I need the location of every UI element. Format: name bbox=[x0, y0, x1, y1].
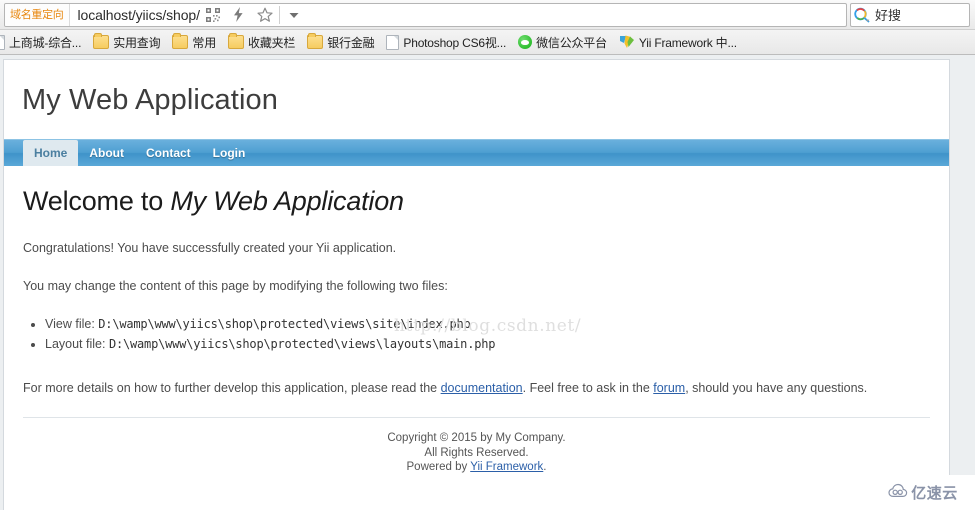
bookmark-label: 银行金融 bbox=[327, 35, 375, 50]
footer-powered-by: Powered by Yii Framework. bbox=[4, 460, 949, 475]
site-title: My Web Application bbox=[22, 84, 278, 116]
page-icon bbox=[386, 34, 400, 50]
folder-icon bbox=[93, 33, 110, 49]
powered-prefix: Powered by bbox=[406, 461, 471, 474]
details-middle: . Feel free to ask in the bbox=[522, 380, 654, 395]
yii-framework-link[interactable]: Yii Framework bbox=[470, 461, 543, 473]
footer-copyright: Copyright © 2015 by My Company. bbox=[387, 431, 566, 444]
bookmark-label: Yii Framework 中... bbox=[638, 35, 737, 50]
bookmark-item-tools[interactable]: 实用查询 bbox=[87, 32, 166, 53]
url-redirect-badge[interactable]: 域名重定向 bbox=[5, 3, 70, 26]
bookmark-item-shop[interactable]: 上商城-综合... bbox=[0, 32, 87, 53]
nav-item-about[interactable]: About bbox=[78, 140, 135, 166]
bookmark-label: Photoshop CS6视... bbox=[403, 35, 507, 50]
bookmark-label: 上商城-综合... bbox=[9, 35, 82, 50]
bookmark-item-wechat[interactable]: 微信公众平台 bbox=[512, 32, 613, 53]
welcome-heading: Welcome to My Web Application bbox=[23, 186, 930, 217]
bookmark-label: 常用 bbox=[192, 35, 217, 50]
nav-item-contact[interactable]: Contact bbox=[135, 140, 202, 166]
view-file-label: View file: bbox=[45, 317, 99, 332]
url-text[interactable]: localhost/yiics/shop/ bbox=[70, 7, 200, 23]
congratulations-text: Congratulations! You have successfully c… bbox=[23, 241, 397, 255]
yisuyun-watermark-badge: 亿速云 bbox=[871, 475, 975, 510]
address-bar-actions bbox=[200, 4, 309, 26]
yisuyun-label: 亿速云 bbox=[911, 485, 958, 502]
chevron-down-icon[interactable] bbox=[281, 4, 307, 26]
bookmark-item-yii[interactable]: Yii Framework 中... bbox=[613, 32, 743, 53]
browser-toolbar: 域名重定向 localhost/yiics/shop/ 好搜 bbox=[0, 0, 975, 30]
bookmark-label: 实用查询 bbox=[113, 35, 161, 50]
layout-file-label: Layout file: bbox=[45, 337, 109, 351]
folder-icon bbox=[307, 33, 324, 49]
search-icon bbox=[851, 4, 873, 26]
forum-link[interactable]: forum bbox=[653, 381, 685, 395]
more-details-text: For more details on how to further devel… bbox=[23, 379, 930, 397]
lightning-icon[interactable] bbox=[226, 4, 252, 26]
welcome-app-name: My Web Application bbox=[170, 186, 404, 216]
folder-icon bbox=[228, 33, 245, 49]
main-navigation: Home About Contact Login bbox=[4, 139, 949, 166]
list-item: View file: D:\wamp\www\yiics\shop\protec… bbox=[45, 315, 930, 335]
site-container: My Web Application Home About Contact Lo… bbox=[3, 59, 950, 510]
toolbar-divider bbox=[278, 5, 280, 24]
bookmark-label: 收藏夹栏 bbox=[248, 35, 296, 50]
layout-file-path: D:\wamp\www\yiics\shop\protected\views\l… bbox=[108, 337, 496, 351]
search-box[interactable]: 好搜 bbox=[850, 2, 970, 27]
details-outro: , should you have any questions. bbox=[685, 380, 868, 395]
qr-code-icon[interactable] bbox=[200, 4, 226, 26]
cloud-icon bbox=[888, 483, 908, 503]
browser-chrome: 域名重定向 localhost/yiics/shop/ 好搜 上商城-综合...… bbox=[0, 0, 975, 55]
address-bar[interactable]: 域名重定向 localhost/yiics/shop/ bbox=[4, 2, 847, 27]
nav-item-home[interactable]: Home bbox=[23, 140, 79, 166]
folder-icon bbox=[172, 33, 189, 49]
site-footer: Copyright © 2015 by My Company. All Righ… bbox=[4, 418, 949, 475]
bookmark-item-favorites[interactable]: 收藏夹栏 bbox=[222, 32, 301, 53]
powered-suffix: . bbox=[543, 461, 547, 474]
footer-rights: All Rights Reserved. bbox=[424, 446, 529, 459]
change-content-text: You may change the content of this page … bbox=[23, 279, 448, 294]
page-content: Welcome to My Web Application Congratula… bbox=[4, 166, 949, 397]
details-intro: For more details on how to further devel… bbox=[23, 380, 441, 395]
bookmark-label: 微信公众平台 bbox=[536, 35, 607, 50]
bookmarks-bar: 上商城-综合... 实用查询 常用 收藏夹栏 银行金融 Photoshop CS… bbox=[0, 30, 975, 55]
star-icon[interactable] bbox=[252, 4, 278, 26]
bookmark-item-banking[interactable]: 银行金融 bbox=[301, 32, 380, 53]
wechat-icon bbox=[518, 35, 533, 49]
bookmark-item-photoshop[interactable]: Photoshop CS6视... bbox=[380, 32, 512, 53]
list-item: Layout file: D:\wamp\www\yiics\shop\prot… bbox=[45, 335, 930, 355]
page-viewport: My Web Application Home About Contact Lo… bbox=[0, 55, 975, 510]
nav-item-login[interactable]: Login bbox=[202, 140, 257, 166]
view-file-path: D:\wamp\www\yiics\shop\protected\views\s… bbox=[98, 317, 471, 332]
welcome-prefix: Welcome to bbox=[23, 186, 171, 216]
search-engine-label[interactable]: 好搜 bbox=[873, 5, 901, 24]
file-list: View file: D:\wamp\www\yiics\shop\protec… bbox=[23, 315, 930, 355]
documentation-link[interactable]: documentation bbox=[441, 381, 523, 395]
bookmark-item-common[interactable]: 常用 bbox=[166, 32, 222, 53]
yii-icon bbox=[619, 35, 635, 49]
page-icon bbox=[0, 34, 5, 50]
